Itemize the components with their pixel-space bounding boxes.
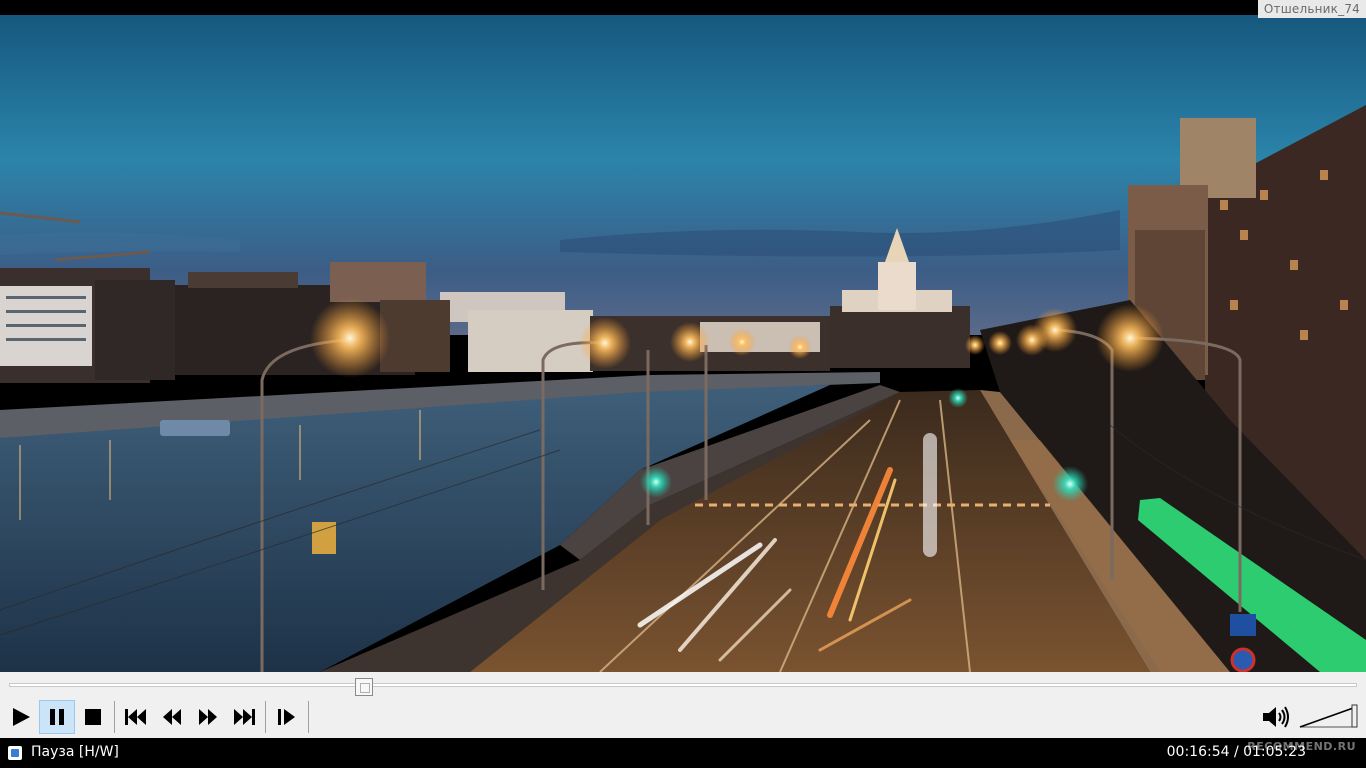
- video-watermark: Отшельник_74: [1257, 0, 1366, 18]
- frame-step-icon: [278, 709, 295, 725]
- control-bar: [0, 696, 1366, 738]
- pause-icon: [50, 709, 64, 725]
- volume-group: [1260, 696, 1358, 738]
- video-scene: [0, 0, 1366, 672]
- pause-button[interactable]: [39, 700, 75, 734]
- recommend-watermark: RECOMMEND.RU: [1247, 740, 1356, 753]
- seek-track[interactable]: [9, 683, 1357, 687]
- speaker-icon: [1263, 706, 1289, 728]
- forward-button[interactable]: [190, 700, 226, 734]
- skip-back-icon: [125, 709, 146, 725]
- volume-slider[interactable]: [1298, 703, 1358, 731]
- skip-forward-icon: [234, 709, 255, 725]
- rewind-button[interactable]: [154, 700, 190, 734]
- volume-level: [1299, 706, 1357, 728]
- status-bar: Пауза [H/W] 00:16:54 / 01:05:23 RECOMMEN…: [0, 738, 1366, 768]
- fast-forward-icon: [199, 709, 217, 725]
- frame-step-button[interactable]: [269, 700, 305, 734]
- seek-thumb[interactable]: [354, 678, 373, 696]
- seek-bar[interactable]: [0, 672, 1366, 696]
- stop-icon: [85, 709, 101, 725]
- control-separator: [265, 701, 266, 733]
- next-button[interactable]: [226, 700, 262, 734]
- play-icon: [13, 708, 30, 726]
- volume-thumb[interactable]: [1351, 704, 1358, 728]
- stop-button[interactable]: [75, 700, 111, 734]
- video-frame[interactable]: Отшельник_74: [0, 0, 1366, 672]
- mute-button[interactable]: [1260, 700, 1294, 734]
- control-separator: [114, 701, 115, 733]
- playback-state: Пауза [H/W]: [31, 744, 119, 760]
- previous-button[interactable]: [118, 700, 154, 734]
- player-app-icon: [8, 746, 22, 760]
- control-separator: [308, 701, 309, 733]
- play-button[interactable]: [3, 700, 39, 734]
- rewind-icon: [163, 709, 181, 725]
